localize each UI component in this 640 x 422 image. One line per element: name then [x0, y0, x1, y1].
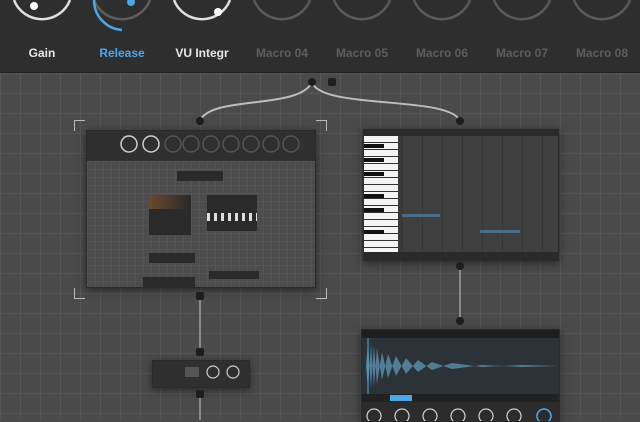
piano-roll-node[interactable]: [363, 129, 559, 261]
midi-note[interactable]: [480, 230, 520, 233]
inner-node: [207, 195, 257, 231]
inner-node: [143, 277, 195, 287]
small-knobs-icon: [185, 365, 240, 379]
sampler-knobs-icon: [366, 408, 552, 421]
selection-corner: [74, 288, 85, 299]
sampler-tabs[interactable]: [362, 394, 559, 402]
small-effect-node[interactable]: [152, 360, 250, 388]
inner-node: [177, 171, 223, 181]
selection-corner: [74, 120, 85, 131]
inner-node: [149, 195, 191, 235]
selection-corner: [316, 120, 327, 131]
input-port-icon[interactable]: [196, 117, 204, 125]
output-port-icon[interactable]: [196, 292, 204, 300]
note-grid[interactable]: [402, 136, 558, 252]
output-port-icon[interactable]: [456, 262, 464, 270]
output-port-icon[interactable]: [308, 78, 316, 86]
input-port-icon[interactable]: [456, 317, 464, 325]
rack-inner-canvas: [87, 161, 315, 287]
inner-node: [209, 271, 259, 279]
rack-knobs-icon: [120, 135, 300, 153]
instrument-rack-node[interactable]: [86, 130, 316, 288]
sampler-header: [362, 330, 559, 338]
output-port-icon[interactable]: [196, 390, 204, 398]
input-port-icon[interactable]: [456, 117, 464, 125]
piano-roll-footer: [364, 252, 558, 260]
sampler-node[interactable]: [361, 329, 560, 422]
selection-corner: [316, 288, 327, 299]
output-port-square-icon[interactable]: [328, 78, 336, 86]
piano-keys[interactable]: [364, 136, 398, 252]
midi-note[interactable]: [402, 214, 440, 217]
waveform-display[interactable]: [362, 338, 559, 394]
active-tab[interactable]: [390, 395, 412, 401]
rack-knob-strip: [87, 131, 315, 161]
inner-node: [149, 253, 195, 263]
input-port-icon[interactable]: [196, 348, 204, 356]
